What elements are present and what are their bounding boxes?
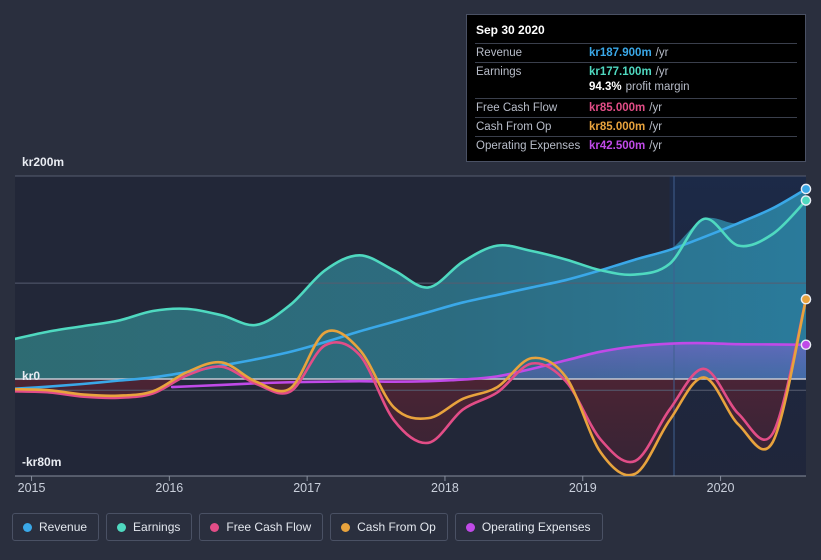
tooltip-row-value: kr85.000m bbox=[589, 102, 646, 114]
tooltip-row-unit: profit margin bbox=[625, 81, 690, 93]
tooltip-row: Earnings kr177.100m/yr bbox=[475, 62, 797, 81]
tooltip-row-unit: /yr bbox=[655, 66, 669, 78]
legend-item-label: Revenue bbox=[39, 520, 88, 534]
legend-color-dot-icon bbox=[465, 522, 475, 532]
x-axis-tick-label: 2018 bbox=[431, 481, 459, 495]
tooltip-row-label: Free Cash Flow bbox=[476, 102, 558, 114]
tooltip-rows: Revenue kr187.900m/yr Earnings kr177.100m/y… bbox=[475, 43, 797, 155]
tooltip-row-label: Operating Expenses bbox=[476, 140, 581, 152]
legend-item-label: Cash From Op bbox=[357, 520, 436, 534]
x-axis-ticks bbox=[31, 476, 722, 481]
legend-color-dot-icon bbox=[117, 522, 127, 532]
tooltip-row: Revenue kr187.900m/yr bbox=[475, 43, 797, 62]
x-axis-tick-label: 2019 bbox=[568, 481, 597, 495]
legend-color-dot-icon bbox=[210, 522, 220, 532]
chart-legend: Revenue Earnings Free Cash Flow Cash From O… bbox=[12, 513, 603, 541]
legend-item-revenue[interactable]: Revenue bbox=[12, 513, 100, 541]
tooltip-row-label: Revenue bbox=[476, 47, 523, 59]
legend-color-dot-icon bbox=[23, 522, 32, 532]
legend-item-earnings[interactable]: Earnings bbox=[106, 513, 193, 541]
legend-item-label: Earnings bbox=[133, 520, 181, 534]
legend-item-operating-expenses[interactable]: Operating Expenses bbox=[454, 513, 603, 541]
tooltip-row-unit: /yr bbox=[649, 102, 663, 114]
legend-item-cash-from-op[interactable]: Cash From Op bbox=[330, 513, 448, 541]
financial-performance-chart: kr200m kr0 -kr80m 2015 2016 2017 2018 2019 20… bbox=[0, 0, 821, 560]
legend-item-free-cash-flow[interactable]: Free Cash Flow bbox=[199, 513, 324, 541]
tooltip-row-value: 94.3% bbox=[589, 81, 622, 93]
x-axis-tick-label: 2017 bbox=[293, 481, 322, 495]
tooltip-row-value: kr177.100m bbox=[589, 66, 652, 78]
legend-item-label: Free Cash Flow bbox=[226, 520, 312, 534]
tooltip-row-value: kr187.900m bbox=[589, 47, 652, 59]
x-axis-tick-label: 2016 bbox=[155, 481, 184, 495]
legend-color-dot-icon bbox=[341, 522, 351, 532]
tooltip-date: Sep 30 2020 bbox=[476, 23, 545, 37]
tooltip-row: Cash From Op kr85.000m/yr bbox=[475, 117, 797, 136]
tooltip-row-label: Cash From Op bbox=[476, 121, 552, 133]
tooltip-row: Free Cash Flow kr85.000m/yr bbox=[475, 98, 797, 117]
tooltip-row-value: kr42.500m bbox=[589, 140, 646, 152]
data-tooltip: Sep 30 2020 Revenue kr187.900m/yr Earnings… bbox=[466, 14, 806, 162]
tooltip-row-value: kr85.000m bbox=[589, 121, 646, 133]
tooltip-row-unit: /yr bbox=[649, 121, 663, 133]
tooltip-row-unit: /yr bbox=[655, 47, 669, 59]
x-axis-tick-label: 2015 bbox=[17, 481, 46, 495]
tooltip-row: 94.3% profit margin bbox=[475, 81, 797, 98]
tooltip-row-label: Earnings bbox=[476, 66, 522, 78]
x-axis-tick-label: 2020 bbox=[706, 481, 735, 495]
legend-item-label: Operating Expenses bbox=[481, 520, 591, 534]
tooltip-row: Operating Expenses kr42.500m/yr bbox=[475, 136, 797, 155]
tooltip-row-unit: /yr bbox=[649, 140, 663, 152]
